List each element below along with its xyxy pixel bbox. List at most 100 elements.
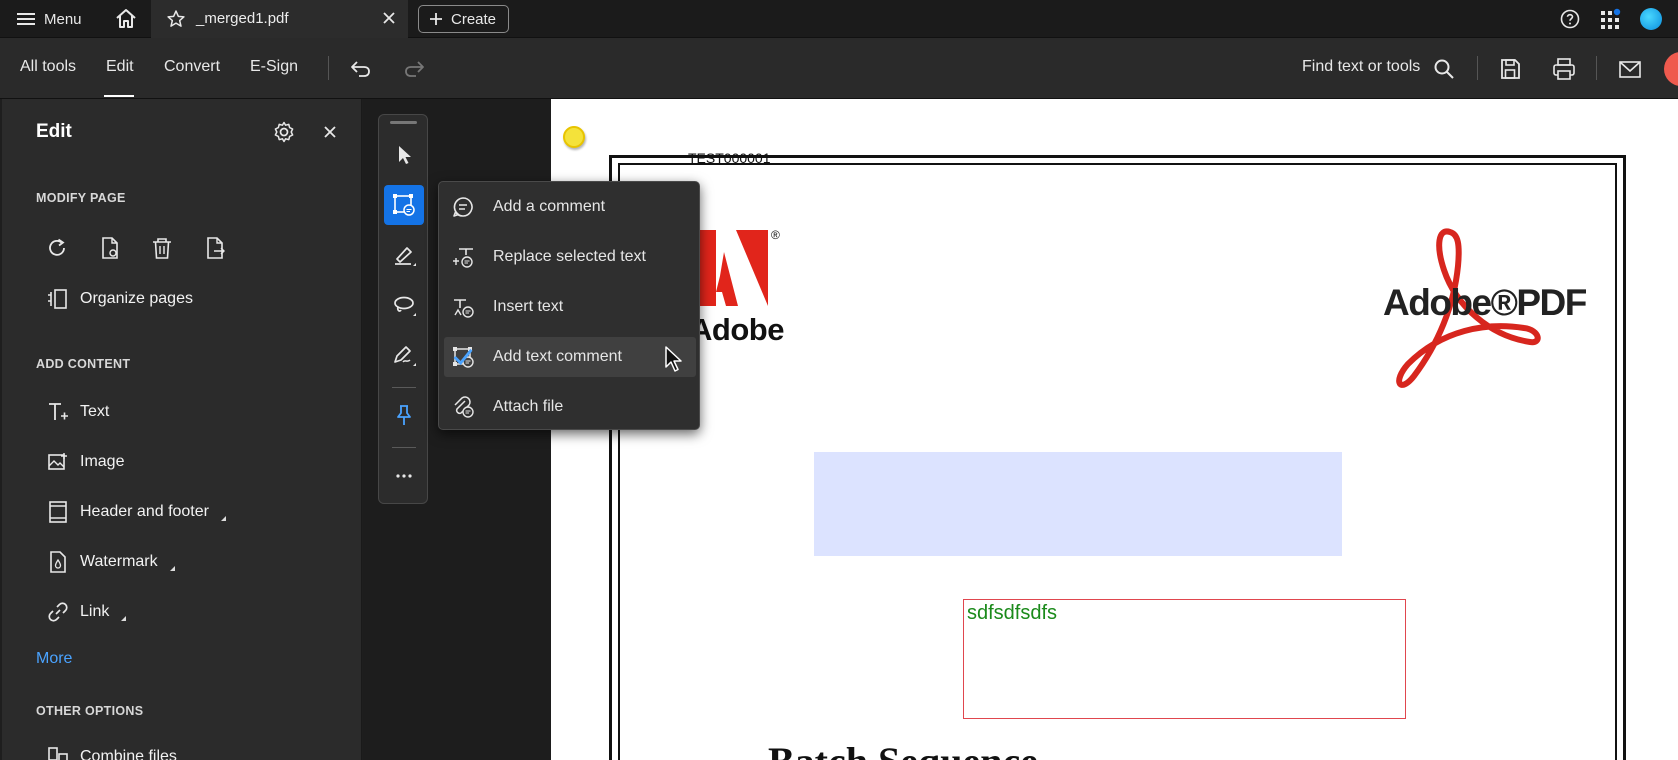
header-footer-label: Header and footer — [80, 503, 209, 520]
close-icon[interactable] — [322, 124, 338, 140]
lasso-icon — [394, 296, 416, 316]
attach-file-icon — [454, 396, 474, 418]
create-label: Create — [451, 10, 497, 28]
organize-pages-item[interactable]: Organize pages — [46, 286, 193, 312]
menu-item-label: Add text comment — [493, 348, 622, 365]
add-image-item[interactable]: Image — [46, 449, 124, 475]
close-tab-icon[interactable] — [382, 11, 396, 25]
combine-files-icon — [48, 747, 68, 760]
more-tools-button[interactable] — [384, 455, 424, 495]
header-footer-item[interactable]: Header and footer — [46, 499, 226, 525]
text-comment-content[interactable]: sdfsdfsdfs — [967, 602, 1057, 625]
toolbar-divider — [1596, 56, 1597, 80]
text-comment-box[interactable]: sdfsdfsdfs — [963, 599, 1406, 719]
email-icon[interactable] — [1617, 56, 1643, 82]
registered-mark: ® — [771, 228, 780, 242]
save-icon[interactable] — [1497, 56, 1523, 82]
menu-button[interactable]: Menu — [16, 6, 82, 32]
main-toolbar: All tools Edit Convert E-Sign Find text … — [0, 38, 1678, 99]
menu-item-add-comment[interactable]: Add a comment — [444, 187, 696, 227]
sign-tool-button[interactable] — [384, 335, 424, 375]
text-icon — [49, 403, 68, 420]
toolbar-divider — [392, 447, 416, 448]
menu-item-label: Insert text — [493, 298, 564, 315]
header-footer-icon — [49, 501, 67, 523]
menu-item-add-text-comment[interactable]: Add text comment — [444, 337, 696, 377]
star-icon[interactable] — [166, 9, 186, 29]
tab-title: _merged1.pdf — [196, 10, 289, 27]
watermark-label: Watermark — [80, 553, 158, 570]
select-tool-button[interactable] — [384, 135, 424, 175]
combine-files-item[interactable]: Combine files — [46, 744, 177, 760]
create-button[interactable]: Create — [418, 5, 509, 33]
checkmark-icon — [453, 348, 473, 366]
link-label: Link — [80, 603, 110, 620]
edit-panel: Edit MODIFY PAGE Organize pages ADD CONT… — [2, 99, 362, 760]
apps-grid-icon[interactable] — [1600, 8, 1622, 30]
draw-tool-button[interactable] — [384, 285, 424, 325]
help-icon[interactable] — [1560, 9, 1580, 29]
toolbar-divider — [392, 387, 416, 388]
find-text-or-tools[interactable]: Find text or tools — [1302, 58, 1420, 76]
tab-convert[interactable]: Convert — [164, 58, 220, 76]
menu-item-label: Replace selected text — [493, 248, 646, 265]
more-link[interactable]: More — [36, 650, 72, 668]
toolbar-divider — [328, 56, 329, 80]
watermark-icon — [50, 551, 66, 573]
add-image-label: Image — [80, 453, 125, 470]
adobe-logo-icon — [690, 230, 768, 306]
organize-pages-label: Organize pages — [80, 290, 193, 307]
search-icon[interactable] — [1431, 56, 1457, 82]
gear-icon[interactable] — [272, 120, 296, 144]
tab-edit[interactable]: Edit — [106, 58, 134, 76]
mouse-cursor-icon — [665, 346, 682, 372]
home-icon[interactable] — [114, 7, 138, 31]
comment-tool-menu: Add a comment Replace selected text Inse… — [438, 181, 700, 430]
submenu-indicator — [121, 615, 127, 621]
link-item[interactable]: Link — [46, 599, 127, 625]
text-comment-icon — [393, 194, 415, 216]
document-heading: Batch Sequence — [768, 738, 1038, 760]
add-text-comment-tool-button[interactable] — [384, 185, 424, 225]
image-icon — [48, 453, 67, 470]
insert-text-icon — [454, 299, 474, 318]
add-text-item[interactable]: Text — [46, 399, 109, 425]
panel-title: Edit — [36, 121, 72, 142]
plus-icon — [430, 13, 442, 25]
rotate-icon[interactable] — [44, 235, 70, 261]
pen-sign-icon — [394, 346, 416, 366]
highlight-tool-button[interactable] — [384, 235, 424, 275]
drag-handle[interactable] — [390, 121, 417, 124]
menu-item-insert-text[interactable]: Insert text — [444, 287, 696, 327]
document-tab[interactable]: _merged1.pdf — [151, 0, 408, 38]
menu-item-attach-file[interactable]: Attach file — [444, 387, 696, 427]
avatar[interactable] — [1664, 52, 1678, 86]
redo-icon[interactable] — [401, 56, 427, 82]
acrobat-window: Menu _merged1.pdf Create All tools Edit … — [0, 0, 1678, 760]
replace-text-icon — [453, 248, 473, 268]
pin-tool-button[interactable] — [384, 395, 424, 435]
menu-label: Menu — [44, 10, 82, 28]
tab-all-tools[interactable]: All tools — [20, 58, 76, 76]
sticky-note-icon[interactable] — [563, 126, 585, 148]
replace-page-icon[interactable] — [202, 235, 228, 261]
menu-item-label: Add a comment — [493, 198, 606, 215]
ellipsis-icon — [396, 474, 412, 478]
extract-page-icon[interactable] — [97, 235, 123, 261]
creative-cloud-icon[interactable] — [1640, 8, 1662, 30]
adobe-wordmark: Adobe — [690, 312, 784, 347]
title-bar: Menu _merged1.pdf Create — [0, 0, 1678, 38]
watermark-item[interactable]: Watermark — [46, 549, 175, 575]
trash-icon[interactable] — [149, 235, 175, 261]
pin-icon — [397, 405, 411, 425]
highlight-rectangle[interactable] — [814, 452, 1342, 556]
menu-item-replace-selected-text[interactable]: Replace selected text — [444, 237, 696, 277]
section-heading-add-content: ADD CONTENT — [36, 357, 131, 371]
undo-icon[interactable] — [348, 56, 374, 82]
pointer-icon — [399, 146, 411, 164]
highlighter-icon — [395, 247, 416, 266]
bates-number: TEST000001 — [688, 150, 771, 166]
print-icon[interactable] — [1551, 56, 1577, 82]
tab-e-sign[interactable]: E-Sign — [250, 58, 298, 76]
quick-tools-bar — [378, 114, 428, 504]
